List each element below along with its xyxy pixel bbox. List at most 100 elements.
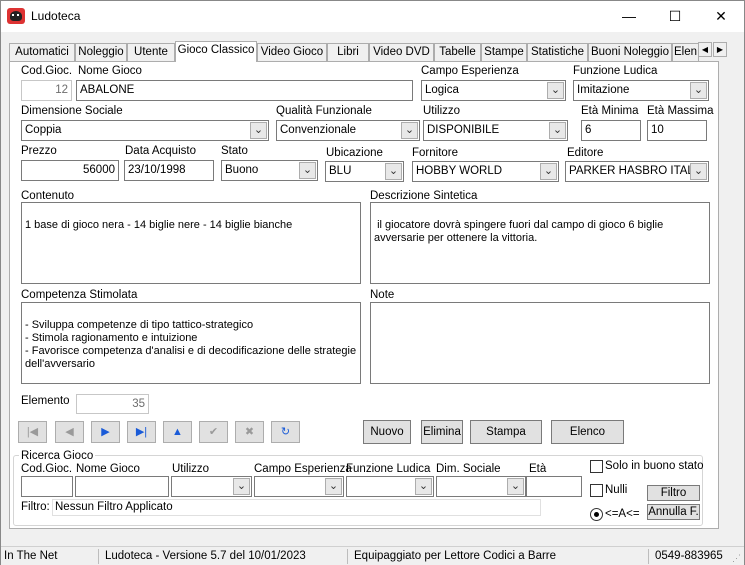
first-record-icon[interactable]: |◀ — [18, 421, 47, 443]
utilizzo-value: DISPONIBILE — [427, 124, 500, 136]
fornitore-label: Fornitore — [412, 147, 459, 159]
tab-libri[interactable]: Libri — [327, 43, 369, 61]
nulli-checkbox[interactable] — [590, 484, 603, 497]
window-title: Ludoteca — [31, 9, 81, 23]
insert-record-icon[interactable]: ▲ — [163, 421, 192, 443]
last-record-icon[interactable]: ▶| — [127, 421, 156, 443]
utilizzo-label: Utilizzo — [423, 105, 461, 117]
funzione-ludica-value: Imitazione — [577, 84, 630, 96]
ricerca-funzione-select[interactable]: ⌄ — [346, 476, 434, 497]
nuovo-button[interactable]: Nuovo — [363, 420, 411, 444]
tab-gioco-classico[interactable]: Gioco Classico — [175, 41, 257, 62]
funzione-ludica-select[interactable]: Imitazione ⌄ — [573, 80, 709, 101]
tab-buoni-noleggio[interactable]: Buoni Noleggio — [588, 43, 672, 61]
tab-utente[interactable]: Utente — [127, 43, 175, 61]
cod-gioc-field[interactable]: 12 — [21, 80, 72, 101]
chevron-down-icon[interactable]: ⌄ — [385, 163, 402, 180]
status-equip: Equipaggiato per Lettore Codici a Barre — [354, 550, 557, 562]
ricerca-funzione-label: Funzione Ludica — [346, 463, 431, 475]
chevron-down-icon[interactable]: ⌄ — [690, 163, 707, 180]
elimina-button[interactable]: Elimina — [421, 420, 463, 444]
stato-select[interactable]: Buono ⌄ — [221, 160, 318, 181]
range-radio[interactable] — [590, 508, 603, 521]
ricerca-campo-select[interactable]: ⌄ — [254, 476, 344, 497]
stato-value: Buono — [225, 164, 259, 176]
tab-noleggio[interactable]: Noleggio — [75, 43, 127, 61]
campo-esperienza-value: Logica — [425, 84, 459, 96]
note-textarea[interactable] — [370, 302, 710, 384]
chevron-down-icon[interactable]: ⌄ — [547, 82, 564, 99]
contenuto-label: Contenuto — [21, 190, 75, 202]
ricerca-cod-field[interactable] — [21, 476, 73, 497]
funzione-ludica-label: Funzione Ludica — [573, 65, 658, 77]
chevron-down-icon[interactable]: ⌄ — [549, 122, 566, 139]
eta-minima-label: Età Minima — [581, 105, 639, 117]
chevron-down-icon[interactable]: ⌄ — [415, 478, 432, 495]
stampa-button[interactable]: Stampa — [470, 420, 542, 444]
chevron-down-icon[interactable]: ⌄ — [401, 122, 418, 139]
chevron-down-icon[interactable]: ⌄ — [250, 122, 267, 139]
annulla-filtro-button[interactable]: Annulla F. — [647, 504, 700, 520]
eta-minima-field[interactable]: 6 — [581, 120, 641, 141]
campo-esperienza-select[interactable]: Logica ⌄ — [421, 80, 566, 101]
chevron-down-icon[interactable]: ⌄ — [690, 82, 707, 99]
tab-stampe[interactable]: Stampe — [481, 43, 527, 61]
maximize-button[interactable]: ☐ — [652, 1, 698, 32]
chevron-down-icon[interactable]: ⌄ — [325, 478, 342, 495]
tab-scroll-right-icon[interactable]: ▶ — [713, 42, 727, 57]
eta-massima-field[interactable]: 10 — [647, 120, 707, 141]
next-record-icon[interactable]: ▶ — [91, 421, 120, 443]
tab-automatici[interactable]: Automatici — [9, 43, 75, 61]
close-button[interactable]: ✕ — [698, 1, 744, 32]
status-phone: 0549-883965 — [655, 550, 723, 562]
nome-gioco-field[interactable]: ABALONE — [76, 80, 413, 101]
cancel-icon[interactable]: ✖ — [235, 421, 264, 443]
ricerca-campo-label: Campo Esperienza — [254, 463, 352, 475]
ricerca-dim-select[interactable]: ⌄ — [436, 476, 526, 497]
qualita-funzionale-select[interactable]: Convenzionale ⌄ — [276, 120, 420, 141]
descrizione-sintetica-textarea[interactable]: il giocatore dovrà spingere fuori dal ca… — [370, 202, 710, 284]
data-acquisto-field[interactable]: 23/10/1998 — [124, 160, 214, 181]
ubicazione-select[interactable]: BLU ⌄ — [325, 161, 404, 182]
filtro-button[interactable]: Filtro — [647, 485, 700, 501]
qualita-funzionale-label: Qualità Funzionale — [276, 105, 372, 117]
fornitore-select[interactable]: HOBBY WORLD ⌄ — [412, 161, 559, 182]
prezzo-label: Prezzo — [21, 145, 57, 157]
tab-scroll-left-icon[interactable]: ◀ — [698, 42, 712, 57]
chevron-down-icon[interactable]: ⌄ — [507, 478, 524, 495]
ricerca-utilizzo-label: Utilizzo — [172, 463, 210, 475]
utilizzo-select[interactable]: DISPONIBILE ⌄ — [423, 120, 568, 141]
tab-statistiche[interactable]: Statistiche — [527, 43, 588, 61]
chevron-down-icon[interactable]: ⌄ — [233, 478, 250, 495]
dimensione-sociale-select[interactable]: Coppia ⌄ — [21, 120, 269, 141]
resize-grip-icon[interactable]: ⋰ — [732, 553, 742, 563]
tab-elenco[interactable]: Elen — [672, 43, 699, 61]
elemento-field: 35 — [76, 394, 149, 414]
minimize-button[interactable]: — — [606, 1, 652, 32]
dimensione-sociale-value: Coppia — [25, 124, 62, 136]
ricerca-nome-field[interactable] — [75, 476, 169, 497]
confirm-icon[interactable]: ✔ — [199, 421, 228, 443]
ricerca-eta-field[interactable] — [526, 476, 582, 497]
tab-tabelle[interactable]: Tabelle — [434, 43, 481, 61]
competenza-stimolata-textarea[interactable]: - Sviluppa competenze di tipo tattico-st… — [21, 302, 361, 384]
prev-record-icon[interactable]: ◀ — [55, 421, 84, 443]
chevron-down-icon[interactable]: ⌄ — [540, 163, 557, 180]
campo-esperienza-label: Campo Esperienza — [421, 65, 519, 77]
note-label: Note — [370, 289, 395, 301]
elenco-button[interactable]: Elenco — [551, 420, 624, 444]
tab-video-dvd[interactable]: Video DVD — [369, 43, 434, 61]
refresh-icon[interactable]: ↻ — [271, 421, 300, 443]
editore-select[interactable]: PARKER HASBRO ITALY ⌄ — [565, 161, 709, 182]
chevron-down-icon[interactable]: ⌄ — [299, 162, 316, 179]
cod-gioc-label: Cod.Gioc. — [21, 65, 73, 77]
tab-bar: Automatici Noleggio Utente Gioco Classic… — [9, 41, 709, 62]
ubicazione-value: BLU — [329, 165, 352, 177]
ricerca-utilizzo-select[interactable]: ⌄ — [171, 476, 252, 497]
tab-video-gioco[interactable]: Video Gioco — [257, 43, 327, 61]
contenuto-textarea[interactable]: 1 base di gioco nera - 14 biglie nere - … — [21, 202, 361, 284]
prezzo-field[interactable]: 56000 — [21, 160, 119, 181]
ricerca-eta-label: Età — [529, 463, 547, 475]
status-separator — [347, 549, 348, 564]
solo-buono-checkbox[interactable] — [590, 460, 603, 473]
